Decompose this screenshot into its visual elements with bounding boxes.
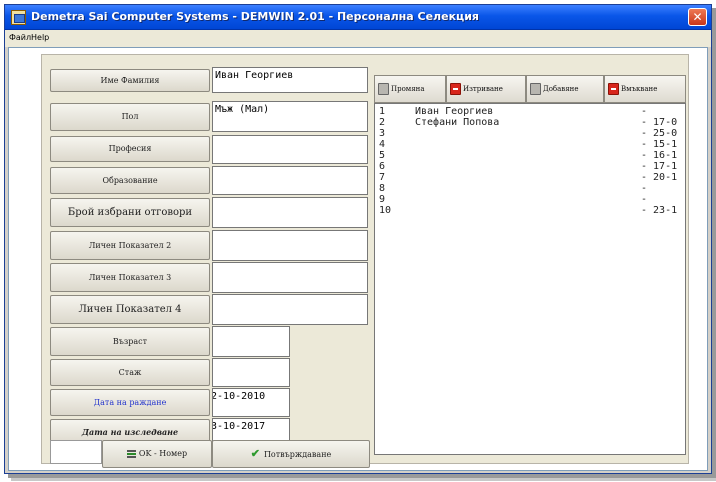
answers-count-field[interactable] (212, 197, 368, 228)
row-number: 7 (379, 172, 386, 183)
list-item[interactable]: 6 - 17-1 (375, 161, 685, 172)
list-item[interactable]: 1 Иван Георгиев - (375, 106, 685, 117)
selection-panel: Име Фамилия Иван Георгиев Пол Мъж (Мал) … (41, 54, 689, 468)
number-input[interactable] (50, 440, 102, 464)
row-date: - (641, 106, 648, 117)
list-item[interactable]: 4 - 15-1 (375, 139, 685, 150)
list-item[interactable]: 8- (375, 183, 685, 194)
row-date: - 17-0 (641, 117, 678, 128)
list-item[interactable]: 3 - 25-0 (375, 128, 685, 139)
list-item[interactable]: 2 Стефани Попова - 17-0 (375, 117, 685, 128)
add-button[interactable]: Добавяне (526, 75, 604, 103)
insert-button[interactable]: Вмъкване (604, 75, 686, 103)
education-field[interactable] (212, 166, 368, 195)
confirm-button[interactable]: ✔ Потвърждаване (212, 440, 370, 468)
edit-label: Промяна (391, 85, 425, 93)
menu-file[interactable]: Файл (9, 33, 31, 42)
label-answers-count[interactable]: Брой избрани отговори (50, 198, 210, 227)
indicator-4-field[interactable] (212, 294, 368, 325)
birth-date-value: 22-10-2010 (213, 391, 266, 402)
title-bar[interactable]: Demetra Sai Computer Systems - DEMWIN 2.… (5, 5, 711, 30)
delete-icon (450, 83, 461, 95)
label-profession[interactable]: Професия (50, 136, 210, 162)
list-icon (126, 450, 136, 458)
person-list[interactable]: 1 Иван Георгиев - 2 Стефани Попова - 17-0 3 -… (374, 103, 686, 455)
row-number: 4 (379, 139, 386, 150)
label-name[interactable]: Име Фамилия (50, 69, 210, 92)
window-title: Demetra Sai Computer Systems - DEMWIN 2.… (31, 10, 479, 23)
ok-number-label: OK - Номер (138, 449, 188, 458)
row-date: - 16-1 (641, 150, 678, 161)
edit-icon (378, 83, 389, 95)
app-window: Demetra Sai Computer Systems - DEMWIN 2.… (4, 4, 712, 474)
row-date: - (641, 194, 648, 205)
profession-field[interactable] (212, 135, 368, 164)
app-icon (11, 10, 26, 25)
row-number: 5 (379, 150, 386, 161)
label-experience[interactable]: Стаж (50, 359, 210, 386)
edit-button[interactable]: Промяна (374, 75, 446, 103)
label-indicator-4[interactable]: Личен Показател 4 (50, 295, 210, 324)
row-name: Иван Георгиев (415, 106, 494, 117)
label-education[interactable]: Образование (50, 167, 210, 194)
menu-bar: Файл Help (5, 30, 711, 47)
name-field[interactable]: Иван Георгиев (212, 67, 368, 93)
row-number: 1 (379, 106, 386, 117)
close-button[interactable]: ✕ (688, 8, 707, 26)
list-item[interactable]: 7 - 20-1 (375, 172, 685, 183)
add-icon (530, 83, 541, 95)
indicator-2-field[interactable] (212, 230, 368, 261)
close-icon: ✕ (692, 10, 703, 24)
add-label: Добавяне (543, 85, 579, 93)
list-item[interactable]: 10 - 23-1 (375, 205, 685, 216)
insert-label: Вмъкване (621, 85, 658, 93)
confirm-label: Потвърждаване (263, 450, 332, 459)
list-item[interactable]: 9- (375, 194, 685, 205)
menu-help[interactable]: Help (31, 33, 49, 42)
row-date: - 25-0 (641, 128, 678, 139)
experience-field[interactable] (212, 358, 290, 387)
label-indicator-3[interactable]: Личен Показател 3 (50, 263, 210, 292)
age-field[interactable] (212, 326, 290, 357)
row-date: - 15-1 (641, 139, 678, 150)
gender-field[interactable]: Мъж (Мал) (212, 101, 368, 132)
main-content: Име Фамилия Иван Георгиев Пол Мъж (Мал) … (8, 47, 708, 471)
row-number: 6 (379, 161, 386, 172)
row-number: 3 (379, 128, 386, 139)
ok-number-button[interactable]: OK - Номер (102, 440, 212, 468)
row-date: - 20-1 (641, 172, 678, 183)
delete-label: Изтриване (463, 85, 503, 93)
label-gender[interactable]: Пол (50, 103, 210, 131)
label-age[interactable]: Възраст (50, 327, 210, 356)
row-number: 9 (379, 194, 386, 205)
insert-icon (608, 83, 619, 95)
delete-button[interactable]: Изтриване (446, 75, 526, 103)
indicator-3-field[interactable] (212, 262, 368, 293)
test-date-value: 23-10-2017 (213, 421, 266, 432)
row-number: 10 (379, 205, 392, 216)
list-item[interactable]: 5 - 16-1 (375, 150, 685, 161)
row-date: - 23-1 (641, 205, 678, 216)
row-number: 8 (379, 183, 386, 194)
row-number: 2 (379, 117, 386, 128)
checkmark-icon: ✔ (250, 447, 260, 460)
row-name: Стефани Попова (415, 117, 500, 128)
label-indicator-2[interactable]: Личен Показател 2 (50, 231, 210, 260)
row-date: - 17-1 (641, 161, 678, 172)
birth-date-field[interactable]: 22-10-2010 (212, 388, 290, 417)
label-birth-date[interactable]: Дата на раждане (50, 389, 210, 416)
row-date: - (641, 183, 648, 194)
